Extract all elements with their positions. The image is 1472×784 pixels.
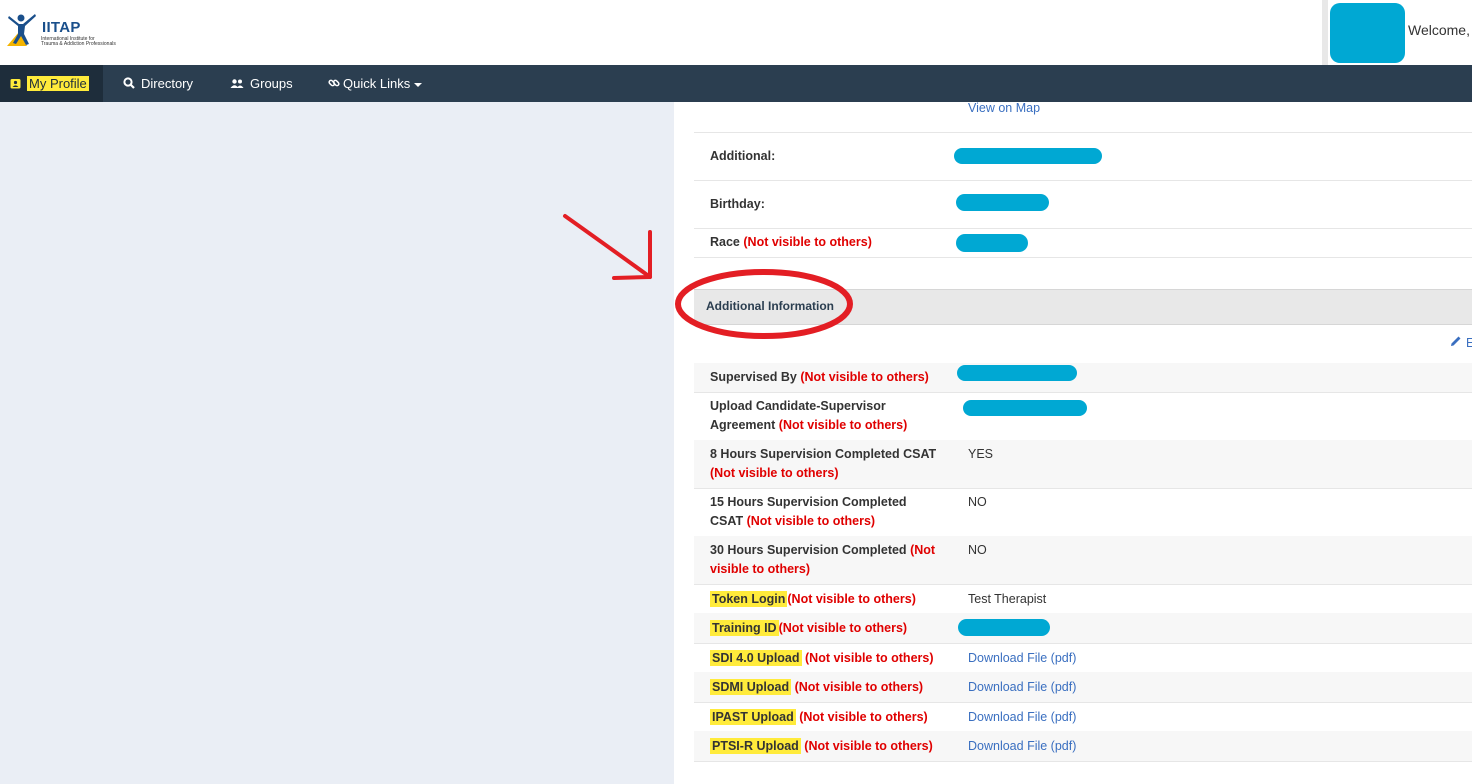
left-sidebar bbox=[0, 102, 674, 784]
field-label-text: Supervised By bbox=[710, 370, 797, 384]
header-divider bbox=[1322, 0, 1328, 65]
field-label-text: SDI 4.0 Upload bbox=[710, 650, 802, 666]
field-label-text: 30 Hours Supervision Completed bbox=[710, 543, 907, 557]
field-row-ipast-upload: IPAST Upload (Not visible to others) Dow… bbox=[694, 702, 1472, 732]
link-icon bbox=[328, 66, 340, 103]
profile-content: View on Map Additional: Birthday: Race (… bbox=[674, 99, 1472, 784]
id-badge-icon bbox=[10, 66, 21, 103]
not-visible-note: (Not visible to others) bbox=[799, 710, 928, 724]
field-label: 8 Hours Supervision Completed CSAT (Not … bbox=[710, 445, 940, 483]
nav-quick-links-label: Quick Links bbox=[343, 76, 411, 91]
field-row-8-hours: 8 Hours Supervision Completed CSAT (Not … bbox=[694, 440, 1472, 489]
nav-groups[interactable]: Groups bbox=[230, 65, 293, 102]
download-file-link[interactable]: Download File (pdf) bbox=[968, 649, 1076, 668]
avatar[interactable] bbox=[1330, 3, 1405, 63]
race-label-text: Race bbox=[710, 235, 740, 249]
logo-title: IITAP bbox=[42, 19, 81, 36]
pencil-icon[interactable] bbox=[1450, 335, 1462, 350]
nav-quick-links[interactable]: Quick Links bbox=[328, 65, 423, 103]
nav-my-profile[interactable]: My Profile bbox=[0, 65, 103, 102]
field-label: IPAST Upload (Not visible to others) bbox=[710, 708, 970, 727]
field-row-sdmi-upload: SDMI Upload (Not visible to others) Down… bbox=[694, 672, 1472, 703]
users-icon bbox=[230, 66, 244, 103]
field-value: NO bbox=[968, 495, 987, 509]
field-row-training-id: Training ID (Not visible to others) bbox=[694, 613, 1472, 644]
field-label-text: Token Login bbox=[710, 591, 788, 607]
field-label: Supervised By (Not visible to others) bbox=[710, 368, 970, 387]
birthday-label: Birthday: bbox=[710, 197, 765, 211]
field-label: Upload Candidate-Supervisor Agreement (N… bbox=[710, 397, 940, 435]
download-file-link[interactable]: Download File (pdf) bbox=[968, 737, 1076, 756]
field-label-text: IPAST Upload bbox=[710, 709, 796, 725]
field-label: PTSI-R Upload (Not visible to others) bbox=[710, 737, 970, 756]
logo-subtitle: International Institute for Trauma & Add… bbox=[41, 37, 141, 47]
field-label: Token Login (Not visible to others) bbox=[710, 590, 970, 609]
field-value: Test Therapist bbox=[968, 592, 1047, 606]
field-label: 30 Hours Supervision Completed (Not visi… bbox=[710, 541, 940, 579]
not-visible-note: (Not visible to others) bbox=[746, 514, 876, 528]
section-title: Additional Information bbox=[706, 299, 834, 313]
field-label: SDMI Upload (Not visible to others) bbox=[710, 678, 970, 697]
nav-directory-label: Directory bbox=[141, 76, 194, 91]
nav-my-profile-label: My Profile bbox=[27, 76, 89, 91]
redacted-race-value bbox=[956, 234, 1028, 252]
field-label: Training ID (Not visible to others) bbox=[710, 619, 970, 638]
field-label-text: 8 Hours Supervision Completed CSAT bbox=[710, 447, 937, 461]
field-value: NO bbox=[968, 543, 987, 557]
race-row: Race (Not visible to others) bbox=[694, 228, 1472, 258]
nav-groups-label: Groups bbox=[250, 76, 293, 91]
redacted-additional-value bbox=[954, 148, 1102, 164]
main-nav: My Profile Directory Groups Quick Links bbox=[0, 65, 1472, 102]
download-file-link[interactable]: Download File (pdf) bbox=[968, 708, 1076, 727]
field-row-token-login: Token Login (Not visible to others) Test … bbox=[694, 584, 1472, 614]
search-icon bbox=[123, 66, 135, 103]
not-visible-note: (Not visible to others) bbox=[787, 592, 916, 606]
field-row-15-hours: 15 Hours Supervision Completed CSAT (Not… bbox=[694, 488, 1472, 537]
view-on-map-link[interactable]: View on Map bbox=[968, 99, 1040, 118]
field-row-supervised-by: Supervised By (Not visible to others) bbox=[694, 363, 1472, 393]
not-visible-note: (Not visible to others) bbox=[800, 370, 929, 384]
field-row-sdi-upload: SDI 4.0 Upload (Not visible to others) D… bbox=[694, 643, 1472, 673]
field-label: 15 Hours Supervision Completed CSAT (Not… bbox=[710, 493, 940, 531]
redacted-training-id-value bbox=[958, 619, 1050, 636]
field-label-text: Training ID bbox=[710, 620, 779, 636]
iitap-logo[interactable]: IITAP International Institute for Trauma… bbox=[5, 12, 135, 52]
redacted-supervisor-value bbox=[957, 365, 1077, 381]
additional-row: Additional: bbox=[694, 132, 1472, 181]
field-label-text: SDMI Upload bbox=[710, 679, 792, 695]
not-visible-note: (Not visible to others) bbox=[778, 418, 908, 432]
location-row: View on Map bbox=[694, 99, 1472, 133]
additional-label: Additional: bbox=[710, 149, 776, 163]
logo-subtitle-line2: Trauma & Addiction Professionals bbox=[41, 41, 116, 47]
redacted-birthday-value bbox=[956, 194, 1049, 211]
field-label-text: PTSI-R Upload bbox=[710, 738, 801, 754]
field-row-candidate-supervisor-agreement: Upload Candidate-Supervisor Agreement (N… bbox=[694, 392, 1472, 441]
not-visible-note: (Not visible to others) bbox=[743, 235, 872, 249]
download-file-link[interactable]: Download File (pdf) bbox=[968, 678, 1076, 697]
not-visible-note: (Not visible to others) bbox=[710, 466, 839, 480]
not-visible-note: (Not visible to others) bbox=[778, 621, 908, 635]
not-visible-note: (Not visible to others) bbox=[794, 680, 924, 694]
nav-directory[interactable]: Directory bbox=[123, 65, 193, 102]
not-visible-note: (Not visible to others) bbox=[805, 651, 934, 665]
top-header: IITAP International Institute for Trauma… bbox=[0, 0, 1472, 65]
not-visible-note: (Not visible to others) bbox=[804, 739, 933, 753]
field-row-30-hours: 30 Hours Supervision Completed (Not visi… bbox=[694, 536, 1472, 585]
edit-link[interactable]: E bbox=[1466, 336, 1472, 350]
field-label: SDI 4.0 Upload (Not visible to others) bbox=[710, 649, 970, 668]
redacted-agreement-value bbox=[963, 400, 1087, 416]
field-row-ptsi-upload: PTSI-R Upload (Not visible to others) Do… bbox=[694, 731, 1472, 762]
logo-figure-icon bbox=[7, 14, 36, 46]
field-value: YES bbox=[968, 447, 994, 461]
welcome-text: Welcome, bbox=[1408, 22, 1470, 38]
chevron-down-icon bbox=[414, 82, 423, 87]
additional-information-header[interactable]: Additional Information bbox=[694, 289, 1472, 325]
birthday-row: Birthday: bbox=[694, 180, 1472, 229]
